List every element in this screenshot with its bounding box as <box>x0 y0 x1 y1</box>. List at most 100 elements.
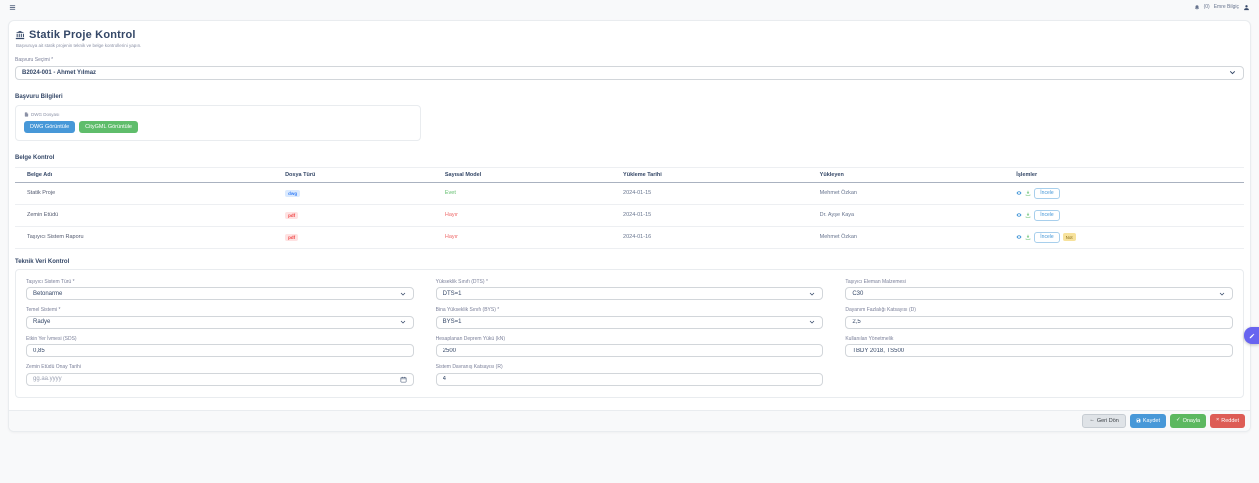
chevron-down-icon <box>399 290 407 298</box>
zemin-etudu-onay-tarihi-input[interactable]: gg.aa.yyyy <box>26 373 414 386</box>
bina-yukseklik-sinifi-select[interactable]: BYS=1 <box>436 316 824 329</box>
review-button[interactable]: İncele <box>1034 210 1059 221</box>
select-value: BYS=1 <box>443 319 462 325</box>
eye-icon[interactable] <box>1016 234 1022 240</box>
col-sayisal-model: Sayısal Model <box>433 167 611 182</box>
tasiyici-eleman-malzemesi-select[interactable]: C30 <box>845 287 1233 300</box>
field-label: Etkin Yer İvmesi (SDS) <box>26 336 414 342</box>
upload-date: 2024-01-15 <box>611 182 808 204</box>
bell-icon[interactable] <box>1194 4 1200 10</box>
field-label: Hesaplanan Deprem Yükü (kN) <box>436 336 824 342</box>
review-button[interactable]: İncele <box>1034 232 1059 243</box>
document-name: Taşıyıcı Sistem Raporu <box>15 226 273 248</box>
pencil-icon <box>1249 333 1255 339</box>
save-button[interactable]: Kaydet <box>1130 414 1166 428</box>
review-button[interactable]: İncele <box>1034 188 1059 199</box>
eye-icon[interactable] <box>1016 190 1022 196</box>
dwg-file-label: DWG Dosyası <box>31 112 60 117</box>
chevron-down-icon <box>808 290 816 298</box>
field-label: Kullanılan Yönetmelik <box>845 336 1233 342</box>
table-row: Statik Proje dwg Evet 2024-01-15 Mehmet … <box>15 182 1244 204</box>
select-value: C30 <box>852 291 863 297</box>
upload-date: 2024-01-15 <box>611 204 808 226</box>
application-select[interactable]: B2024-001 - Ahmet Yılmaz <box>15 66 1244 80</box>
download-icon[interactable] <box>1025 234 1031 240</box>
check-icon: ✓ <box>1176 418 1181 424</box>
approve-button-label: Onayla <box>1183 418 1200 424</box>
digital-model-value: Hayır <box>433 226 611 248</box>
col-islemler: İşlemler <box>1004 167 1244 182</box>
field-tasiyici-eleman-malzemesi: Taşıyıcı Eleman Malzemesi C30 <box>845 279 1233 301</box>
bank-icon <box>15 30 25 40</box>
hesaplanan-deprem-yuku-input[interactable] <box>436 344 824 357</box>
document-table: Belge Adı Dosya Türü Sayısal Model Yükle… <box>15 167 1244 249</box>
field-label: Sistem Davranış Katsayısı (R) <box>436 364 824 370</box>
date-placeholder: gg.aa.yyyy <box>33 376 62 382</box>
approve-button[interactable]: ✓ Onayla <box>1170 414 1206 428</box>
field-etkin-yer-ivmesi: Etkin Yer İvmesi (SDS) <box>26 336 414 358</box>
calendar-icon <box>400 376 407 383</box>
document-name: Zemin Etüdü <box>15 204 273 226</box>
upload-date: 2024-01-16 <box>611 226 808 248</box>
sistem-davranis-katsayisi-input[interactable] <box>436 373 824 386</box>
user-icon[interactable] <box>1243 4 1250 11</box>
page-subtitle: Başvuruya ait statik projenin teknik ve … <box>16 43 1244 48</box>
yukseklik-sinifi-select[interactable]: DTS=1 <box>436 287 824 300</box>
chevron-down-icon <box>1228 68 1237 77</box>
reject-button[interactable]: × Reddet <box>1210 414 1245 428</box>
field-label: Dayanım Fazlalığı Katsayısı (D) <box>845 307 1233 313</box>
field-sistem-davranis-katsayisi: Sistem Davranış Katsayısı (R) <box>436 364 824 386</box>
digital-model-value: Hayır <box>433 204 611 226</box>
field-kullanilan-yonetmelik: Kullanılan Yönetmelik <box>845 336 1233 358</box>
main-card: Statik Proje Kontrol Başvuruya ait stati… <box>8 20 1251 432</box>
note-badge: Not <box>1063 233 1076 241</box>
topbar: (0) Emre Bilgiç <box>0 0 1259 12</box>
chevron-down-icon <box>808 318 816 326</box>
field-hesaplanan-deprem-yuku: Hesaplanan Deprem Yükü (kN) <box>436 336 824 358</box>
back-button-label: Geri Dön <box>1097 418 1119 424</box>
digital-model-value: Evet <box>433 182 611 204</box>
chevron-down-icon <box>399 318 407 326</box>
document-name: Statik Proje <box>15 182 273 204</box>
uploader-name: Mehmet Özkan <box>808 182 1005 204</box>
col-yukleyen: Yükleyen <box>808 167 1005 182</box>
temel-sistemi-select[interactable]: Radye <box>26 316 414 329</box>
file-icon <box>24 112 29 117</box>
download-icon[interactable] <box>1025 212 1031 218</box>
card-footer: ← Geri Dön Kaydet ✓ Onayla × Reddet <box>9 410 1250 431</box>
field-tasiyici-sistem-turu: Taşıyıcı Sistem Türü * Betonarme <box>26 279 414 301</box>
technical-form-heading: Teknik Veri Kontrol <box>15 259 1244 265</box>
eye-icon[interactable] <box>1016 212 1022 218</box>
document-control-heading: Belge Kontrol <box>15 155 1244 161</box>
field-label: Yükseklik Sınıfı (DTS) * <box>436 279 824 285</box>
download-icon[interactable] <box>1025 190 1031 196</box>
select-value: Betonarme <box>33 291 62 297</box>
grid-spacer <box>845 364 1233 386</box>
select-value: DTS=1 <box>443 291 462 297</box>
kullanilan-yonetmelik-input[interactable] <box>845 344 1233 357</box>
dayanim-fazlaligi-input[interactable] <box>845 316 1233 329</box>
dwg-view-button[interactable]: DWG Görüntüle <box>24 121 75 133</box>
field-label: Temel Sistemi * <box>26 307 414 313</box>
field-yukseklik-sinifi: Yükseklik Sınıfı (DTS) * DTS=1 <box>436 279 824 301</box>
arrow-left-icon: ← <box>1089 418 1095 424</box>
citygml-view-button[interactable]: CityGML Görüntüle <box>79 121 138 133</box>
file-type-badge: pdf <box>285 234 298 241</box>
tasiyici-sistem-turu-select[interactable]: Betonarme <box>26 287 414 300</box>
edit-fab-button[interactable] <box>1244 327 1259 344</box>
application-select-value: B2024-001 - Ahmet Yılmaz <box>22 70 96 76</box>
col-dosya-turu: Dosya Türü <box>273 167 433 182</box>
document-table-header: Belge Adı Dosya Türü Sayısal Model Yükle… <box>15 167 1244 182</box>
field-dayanim-fazlaligi: Dayanım Fazlalığı Katsayısı (D) <box>845 307 1233 329</box>
field-temel-sistemi: Temel Sistemi * Radye <box>26 307 414 329</box>
col-belge-adi: Belge Adı <box>15 167 273 182</box>
page-title: Statik Proje Kontrol <box>29 29 136 41</box>
save-icon <box>1136 418 1141 423</box>
hamburger-menu-icon[interactable] <box>9 4 16 11</box>
etkin-yer-ivmesi-input[interactable] <box>26 344 414 357</box>
back-button[interactable]: ← Geri Dön <box>1082 414 1126 428</box>
user-name: Emre Bilgiç <box>1214 4 1239 10</box>
x-icon: × <box>1216 418 1219 424</box>
field-label: Bina Yükseklik Sınıfı (BYS) * <box>436 307 824 313</box>
select-value: Radye <box>33 319 50 325</box>
